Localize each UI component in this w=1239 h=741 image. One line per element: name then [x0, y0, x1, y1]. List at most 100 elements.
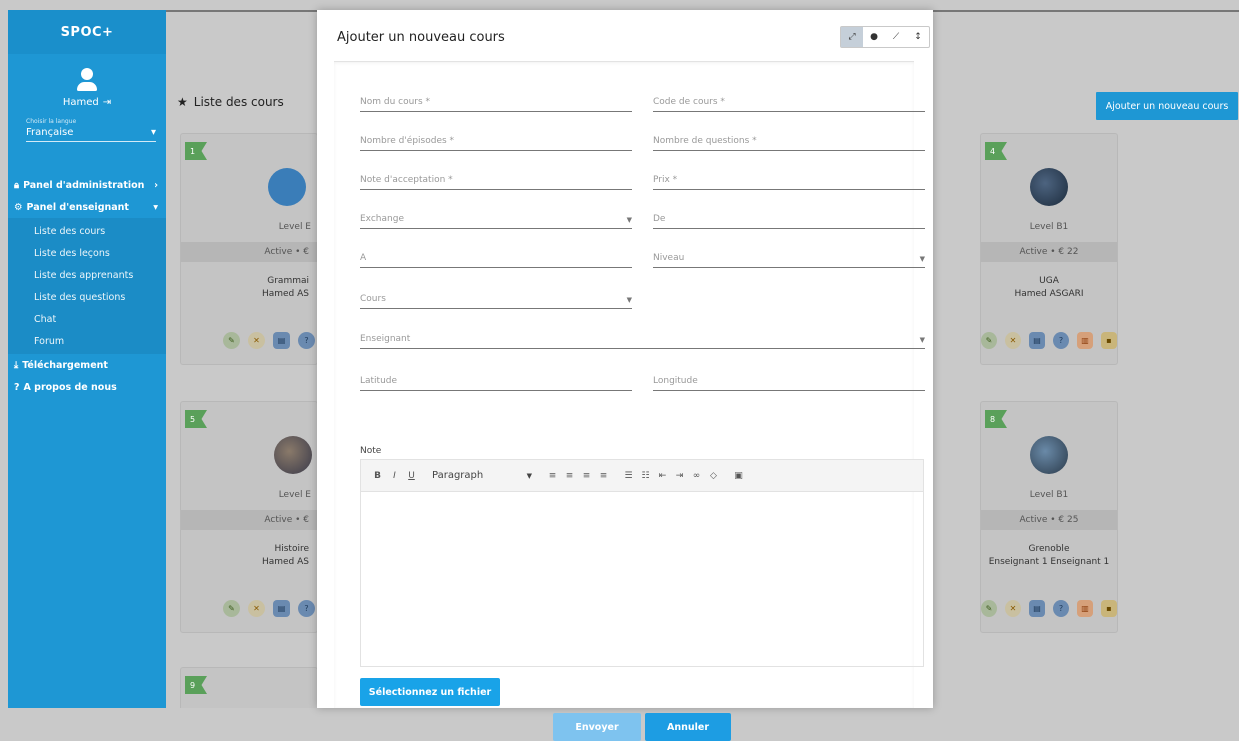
sidebar-item-course-list[interactable]: Liste des cours [8, 220, 166, 242]
sidebar-item-admin-panel[interactable]: 🔒︎ Panel d'administration › [8, 174, 166, 196]
teacher-submenu: Liste des cours Liste des leçons Liste d… [8, 218, 166, 354]
document-icon[interactable]: ▤ [273, 600, 290, 617]
editor-toolbar: B I U Paragraph ▼ ≡ ≡ ≡ ≡ ☰ ☷ ⇤ ⇥ ∞ ◇ ▣ [361, 460, 923, 492]
image-icon[interactable]: ▣ [730, 467, 747, 485]
link-icon[interactable]: ∞ [688, 467, 705, 485]
field-placeholder: Exchange [360, 214, 404, 224]
course-teacher: Hamed AS [261, 289, 309, 299]
cancel-button[interactable]: Annuler [645, 713, 731, 741]
indent-icon[interactable]: ⇥ [671, 467, 688, 485]
price-field[interactable]: Prix * [653, 168, 925, 190]
edit-icon[interactable]: ✎ [223, 600, 240, 617]
question-icon[interactable]: ? [1053, 332, 1069, 349]
course-number-flag: 5 [185, 410, 207, 428]
question-icon: ? [14, 381, 20, 393]
dot-icon[interactable]: ● [863, 27, 885, 47]
sidebar-item-question-list[interactable]: Liste des questions [8, 286, 166, 308]
trash-icon[interactable]: ▪ [1101, 332, 1117, 349]
vertical-resize-icon[interactable]: ↕ [907, 27, 929, 47]
close-icon[interactable]: ✕ [248, 332, 265, 349]
questions-field[interactable]: Nombre de questions * [653, 129, 925, 151]
course-status: Active • € [181, 242, 317, 262]
outdent-icon[interactable]: ⇤ [654, 467, 671, 485]
course-teacher: Hamed AS [261, 557, 309, 567]
from-field[interactable]: De [653, 207, 925, 229]
question-icon[interactable]: ? [1053, 600, 1069, 617]
add-course-button[interactable]: Ajouter un nouveau cours [1096, 92, 1238, 120]
language-select[interactable]: Française ▾ [26, 127, 156, 142]
close-icon[interactable]: ✕ [1005, 600, 1021, 617]
course-select[interactable]: Cours ▼ [360, 287, 632, 309]
card-actions: ✎ ✕ ▤ ? ▥ ▪ [981, 332, 1117, 349]
pdf-icon[interactable]: ▥ [1077, 600, 1093, 617]
pdf-icon[interactable]: ▥ [1077, 332, 1093, 349]
code-icon[interactable]: ◇ [705, 467, 722, 485]
align-center-icon[interactable]: ≡ [561, 467, 578, 485]
user-name: Hamed [62, 97, 99, 108]
document-icon[interactable]: ▤ [273, 332, 290, 349]
sidebar-item-teacher-panel[interactable]: ⚙ Panel d'enseignant ▾ [8, 196, 166, 218]
teacher-select[interactable]: Enseignant ▼ [360, 327, 925, 349]
course-logo [268, 168, 307, 206]
course-number-flag: 9 [185, 676, 207, 694]
caret-down-icon: ▼ [626, 216, 632, 224]
longitude-field[interactable]: Longitude [653, 369, 925, 391]
align-justify-icon[interactable]: ≡ [595, 467, 612, 485]
align-left-icon[interactable]: ≡ [544, 467, 561, 485]
course-card[interactable]: 4 Level B1 Active • € 22 UGA Hamed ASGAR… [980, 133, 1118, 365]
numbered-list-icon[interactable]: ☷ [637, 467, 654, 485]
level-select[interactable]: Niveau ▼ [653, 246, 925, 268]
user-name-row[interactable]: Hamed ⇥ [8, 97, 166, 108]
chevron-down-icon: ▾ [153, 201, 158, 213]
field-placeholder: Code de cours * [653, 97, 725, 107]
note-editor[interactable]: B I U Paragraph ▼ ≡ ≡ ≡ ≡ ☰ ☷ ⇤ ⇥ ∞ ◇ ▣ [360, 459, 924, 667]
caret-down-icon: ▼ [919, 255, 925, 263]
sidebar-item-download[interactable]: ⤓ Téléchargement [8, 354, 166, 376]
modal-toolbar: ⤢ ● ⟋ ↕ [840, 26, 930, 48]
align-right-icon[interactable]: ≡ [578, 467, 595, 485]
bold-button[interactable]: B [369, 467, 386, 485]
edit-icon[interactable]: ✎ [223, 332, 240, 349]
field-placeholder: Note d'acceptation * [360, 175, 453, 185]
course-card[interactable]: 9 [180, 667, 318, 708]
submit-button[interactable]: Envoyer [553, 713, 641, 741]
sidebar-item-lesson-list[interactable]: Liste des leçons [8, 242, 166, 264]
sidebar-item-forum[interactable]: Forum [8, 330, 166, 352]
edit-icon[interactable]: ⟋ [885, 27, 907, 47]
edit-icon[interactable]: ✎ [981, 332, 997, 349]
course-status: Active • € 25 [981, 510, 1117, 530]
latitude-field[interactable]: Latitude [360, 369, 632, 391]
brand-logo[interactable]: SPOC+ [8, 10, 166, 54]
sidebar-item-about[interactable]: ? A propos de nous [8, 376, 166, 398]
course-level: Level B1 [1029, 490, 1069, 500]
acceptance-grade-field[interactable]: Note d'acceptation * [360, 168, 632, 190]
question-icon[interactable]: ? [298, 332, 315, 349]
underline-button[interactable]: U [403, 467, 420, 485]
field-placeholder: Latitude [360, 376, 398, 386]
course-card[interactable]: 1 Level E Active • € Grammai Hamed AS ✎ … [180, 133, 318, 365]
italic-button[interactable]: I [386, 467, 403, 485]
course-card[interactable]: 5 Level E Active • € Histoire Hamed AS ✎… [180, 401, 318, 633]
trash-icon[interactable]: ▪ [1101, 600, 1117, 617]
select-file-button[interactable]: Sélectionnez un fichier [360, 678, 500, 706]
edit-icon[interactable]: ✎ [981, 600, 997, 617]
close-icon[interactable]: ✕ [248, 600, 265, 617]
question-icon[interactable]: ? [298, 600, 315, 617]
course-card[interactable]: 8 Level B1 Active • € 25 Grenoble Enseig… [980, 401, 1118, 633]
course-teacher: Enseignant 1 Enseignant 1 [988, 557, 1110, 567]
exchange-select[interactable]: Exchange ▼ [360, 207, 632, 229]
course-image [1030, 168, 1068, 206]
bullet-list-icon[interactable]: ☰ [620, 467, 637, 485]
format-select[interactable]: Paragraph ▼ [426, 467, 538, 485]
course-code-field[interactable]: Code de cours * [653, 90, 925, 112]
course-name-field[interactable]: Nom du cours * [360, 90, 632, 112]
document-icon[interactable]: ▤ [1029, 600, 1045, 617]
close-icon[interactable]: ✕ [1005, 332, 1021, 349]
document-icon[interactable]: ▤ [1029, 332, 1045, 349]
episodes-field[interactable]: Nombre d'épisodes * [360, 129, 632, 151]
resize-icon[interactable]: ⤢ [841, 27, 863, 47]
sidebar-item-learner-list[interactable]: Liste des apprenants [8, 264, 166, 286]
logout-icon[interactable]: ⇥ [103, 97, 111, 108]
to-field[interactable]: A [360, 246, 632, 268]
sidebar-item-chat[interactable]: Chat [8, 308, 166, 330]
